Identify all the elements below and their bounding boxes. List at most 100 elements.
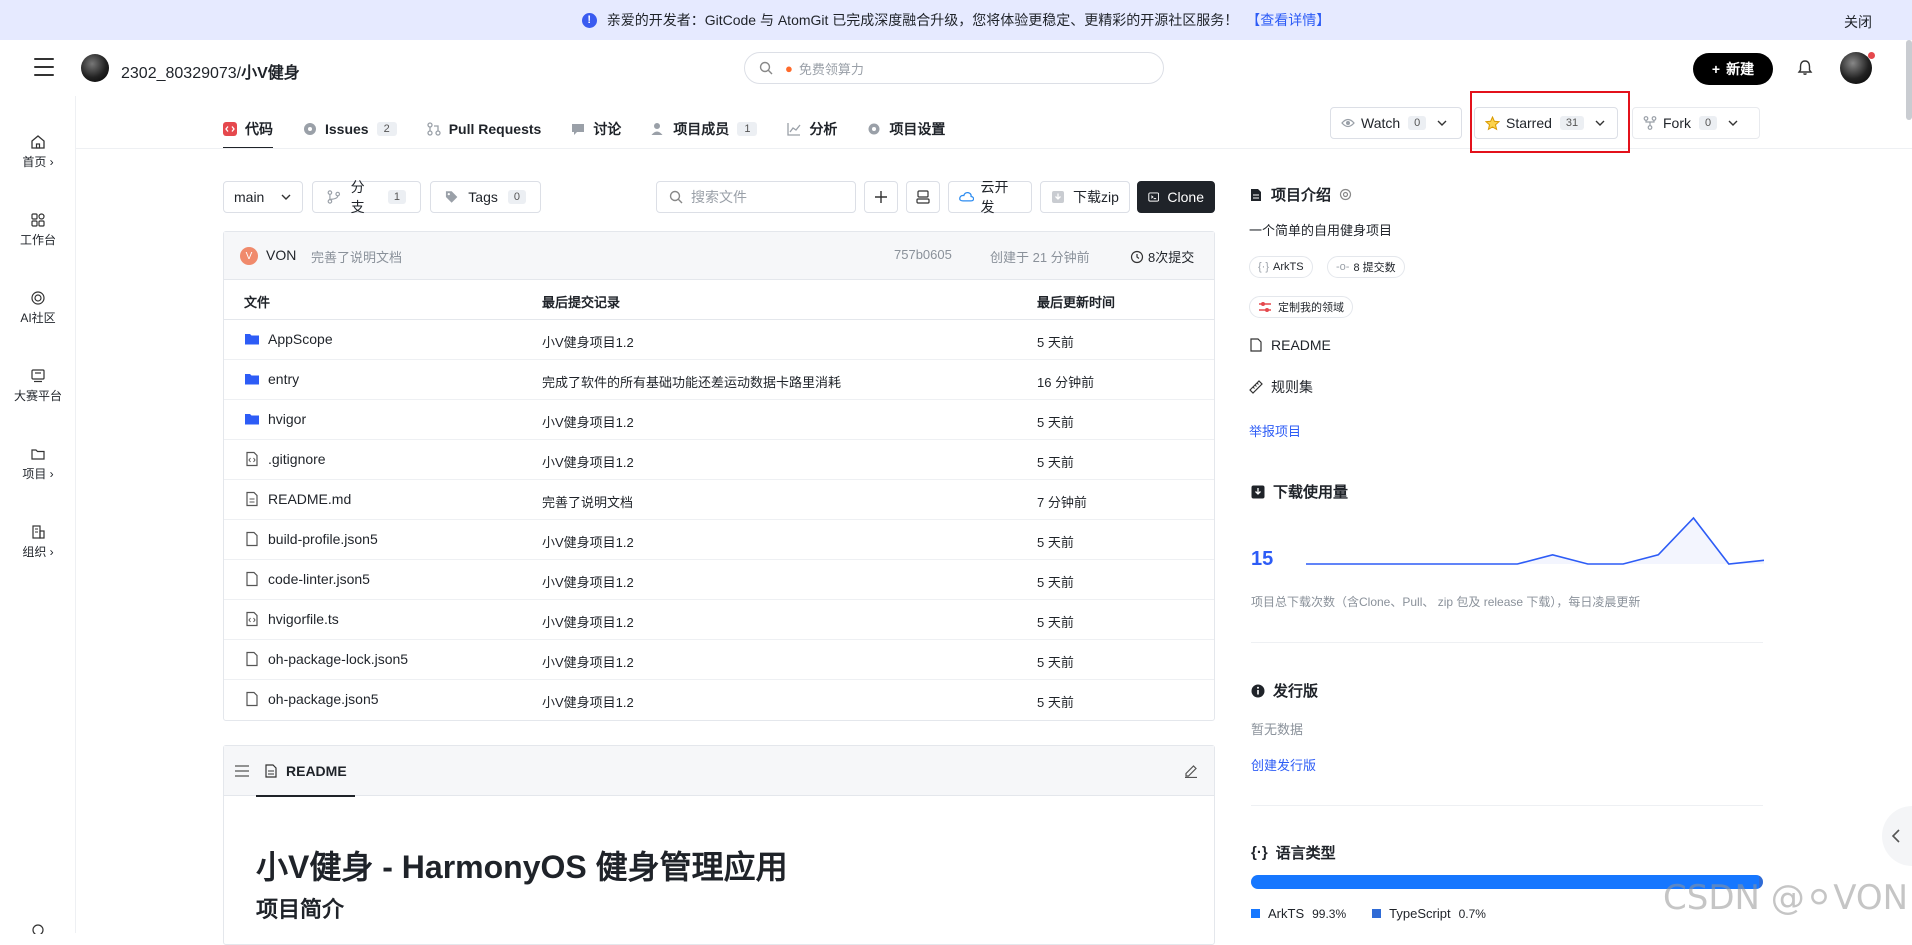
tab-discussions[interactable]: 讨论 — [571, 110, 621, 148]
tab-pull-requests[interactable]: Pull Requests — [427, 110, 541, 148]
user-avatar[interactable] — [1840, 52, 1872, 84]
commit-author-avatar[interactable]: V — [240, 247, 258, 265]
fork-button[interactable]: Fork 0 — [1632, 107, 1760, 139]
file-name-cell[interactable]: build-profile.json5 — [244, 531, 378, 547]
table-row[interactable]: hvigor 小V健身项目1.2 5 天前 — [224, 400, 1214, 440]
file-commit[interactable]: 小V健身项目1.2 — [542, 652, 634, 671]
settings-icon[interactable] — [30, 922, 46, 934]
sidebar-item-orgs[interactable]: 组织 › — [0, 524, 76, 560]
sidebar-label: 项目 — [22, 467, 47, 481]
file-search-input[interactable]: 搜索文件 — [656, 181, 856, 213]
downloads-title: 下载使用量 — [1251, 481, 1348, 502]
table-row[interactable]: oh-package.json5 小V健身项目1.2 5 天前 — [224, 680, 1214, 720]
file-name-cell[interactable]: README.md — [244, 491, 351, 507]
sidebar-item-ai[interactable]: AI社区 — [0, 290, 76, 326]
file-name-cell[interactable]: entry — [244, 371, 299, 387]
file-name[interactable]: oh-package.json5 — [268, 691, 379, 707]
edit-icon[interactable] — [1184, 764, 1198, 778]
menu-icon[interactable] — [34, 58, 54, 76]
file-name-cell[interactable]: oh-package.json5 — [244, 691, 379, 707]
file-commit[interactable]: 小V健身项目1.2 — [542, 452, 634, 471]
collapse-panel-handle[interactable] — [1882, 806, 1912, 866]
sidebar-item-home[interactable]: 首页 › — [0, 134, 76, 170]
downloads-note: 项目总下载次数（含Clone、Pull、 zip 包及 release 下载），… — [1251, 595, 1641, 609]
sidebar-item-workbench[interactable]: 工作台 — [0, 212, 76, 248]
file-name[interactable]: entry — [268, 371, 299, 387]
watch-button[interactable]: Watch 0 — [1330, 107, 1462, 139]
global-search-input[interactable]: ● 免费领算力 — [744, 52, 1164, 84]
clone-button[interactable]: Clone — [1137, 181, 1215, 213]
branch-select[interactable]: main — [223, 181, 303, 213]
repo-owner[interactable]: 2302_80329073/ — [121, 65, 241, 82]
language-chip[interactable]: {·} ArkTS — [1249, 256, 1313, 278]
readme-tab[interactable]: README — [256, 746, 355, 797]
repo-path[interactable]: 2302_80329073/小V健身 — [121, 59, 300, 83]
customize-domain-chip[interactable]: 定制我的领域 — [1249, 296, 1353, 318]
file-commit[interactable]: 小V健身项目1.2 — [542, 412, 634, 431]
branches-button[interactable]: 分支 1 — [312, 179, 421, 215]
report-link[interactable]: 举报项目 — [1249, 421, 1301, 440]
tab-code[interactable]: 代码 — [223, 110, 273, 149]
commit-message[interactable]: 完善了说明文档 — [311, 247, 402, 266]
file-commit[interactable]: 小V健身项目1.2 — [542, 612, 634, 631]
file-name[interactable]: .gitignore — [268, 451, 326, 467]
download-icon — [1251, 485, 1265, 499]
file-name[interactable]: code-linter.json5 — [268, 571, 370, 587]
tab-members[interactable]: 项目成员 1 — [651, 110, 758, 148]
add-file-button[interactable] — [864, 181, 898, 213]
table-row[interactable]: hvigorfile.ts 小V健身项目1.2 5 天前 — [224, 600, 1214, 640]
table-row[interactable]: oh-package-lock.json5 小V健身项目1.2 5 天前 — [224, 640, 1214, 680]
tab-settings[interactable]: 项目设置 — [867, 110, 945, 148]
file-commit[interactable]: 小V健身项目1.2 — [542, 332, 634, 351]
tags-button[interactable]: Tags 0 — [430, 181, 541, 213]
file-commit[interactable]: 小V健身项目1.2 — [542, 532, 634, 551]
cloud-dev-button[interactable]: 云开发 — [948, 179, 1032, 215]
repo-name[interactable]: 小V健身 — [241, 65, 300, 82]
download-zip-button[interactable]: 下载zip — [1040, 181, 1130, 213]
readme-link[interactable]: README — [1249, 337, 1331, 353]
table-row[interactable]: build-profile.json5 小V健身项目1.2 5 天前 — [224, 520, 1214, 560]
file-commit[interactable]: 小V健身项目1.2 — [542, 572, 634, 591]
sidebar-item-contest[interactable]: 大赛平台 — [0, 368, 76, 404]
repo-avatar[interactable] — [81, 54, 109, 82]
commit-author[interactable]: VON — [266, 247, 296, 263]
page-scrollbar[interactable] — [1906, 40, 1912, 120]
create-release-link[interactable]: 创建发行版 — [1251, 755, 1316, 774]
rules-link[interactable]: 规则集 — [1249, 377, 1313, 397]
file-commit[interactable]: 完善了说明文档 — [542, 492, 633, 511]
file-commit[interactable]: 小V健身项目1.2 — [542, 692, 634, 711]
banner-close-button[interactable]: 关闭 — [1844, 12, 1872, 32]
file-name[interactable]: build-profile.json5 — [268, 531, 378, 547]
file-name-cell[interactable]: code-linter.json5 — [244, 571, 370, 587]
file-name-cell[interactable]: oh-package-lock.json5 — [244, 651, 408, 667]
file-name[interactable]: hvigorfile.ts — [268, 611, 339, 627]
file-name-cell[interactable]: .gitignore — [244, 451, 326, 467]
file-name[interactable]: README.md — [268, 491, 351, 507]
commit-hash[interactable]: 757b0605 — [894, 247, 952, 262]
bell-icon[interactable] — [1795, 58, 1815, 78]
table-row[interactable]: .gitignore 小V健身项目1.2 5 天前 — [224, 440, 1214, 480]
table-row[interactable]: entry 完成了软件的所有基础功能还差运动数据卡路里消耗 16 分钟前 — [224, 360, 1214, 400]
left-sidebar: 首页 › 工作台 AI社区 大赛平台 项目 › 组织 › — [0, 96, 76, 934]
file-commit[interactable]: 完成了软件的所有基础功能还差运动数据卡路里消耗 — [542, 372, 841, 391]
table-row[interactable]: code-linter.json5 小V健身项目1.2 5 天前 — [224, 560, 1214, 600]
sidebar-item-projects[interactable]: 项目 › — [0, 446, 76, 482]
file-name[interactable]: AppScope — [268, 331, 333, 347]
commit-count-link[interactable]: 8次提交 — [1130, 247, 1194, 266]
star-button[interactable]: Starred 31 — [1474, 107, 1618, 139]
file-name-cell[interactable]: hvigor — [244, 411, 306, 427]
web-ide-button[interactable] — [906, 181, 940, 213]
table-row[interactable]: README.md 完善了说明文档 7 分钟前 — [224, 480, 1214, 520]
list-icon[interactable] — [234, 764, 250, 778]
tab-analytics[interactable]: 分析 — [787, 110, 837, 148]
banner-details-link[interactable]: 【查看详情】 — [1246, 10, 1330, 30]
file-name[interactable]: hvigor — [268, 411, 306, 427]
table-row[interactable]: AppScope 小V健身项目1.2 5 天前 — [224, 320, 1214, 360]
commits-chip[interactable]: -o- 8 提交数 — [1327, 256, 1405, 278]
file-name-cell[interactable]: AppScope — [244, 331, 333, 347]
new-button[interactable]: + 新建 — [1693, 53, 1773, 85]
file-name-cell[interactable]: hvigorfile.ts — [244, 611, 339, 627]
tab-issues[interactable]: Issues 2 — [303, 110, 397, 148]
file-name[interactable]: oh-package-lock.json5 — [268, 651, 408, 667]
gear-icon[interactable] — [1339, 188, 1352, 201]
